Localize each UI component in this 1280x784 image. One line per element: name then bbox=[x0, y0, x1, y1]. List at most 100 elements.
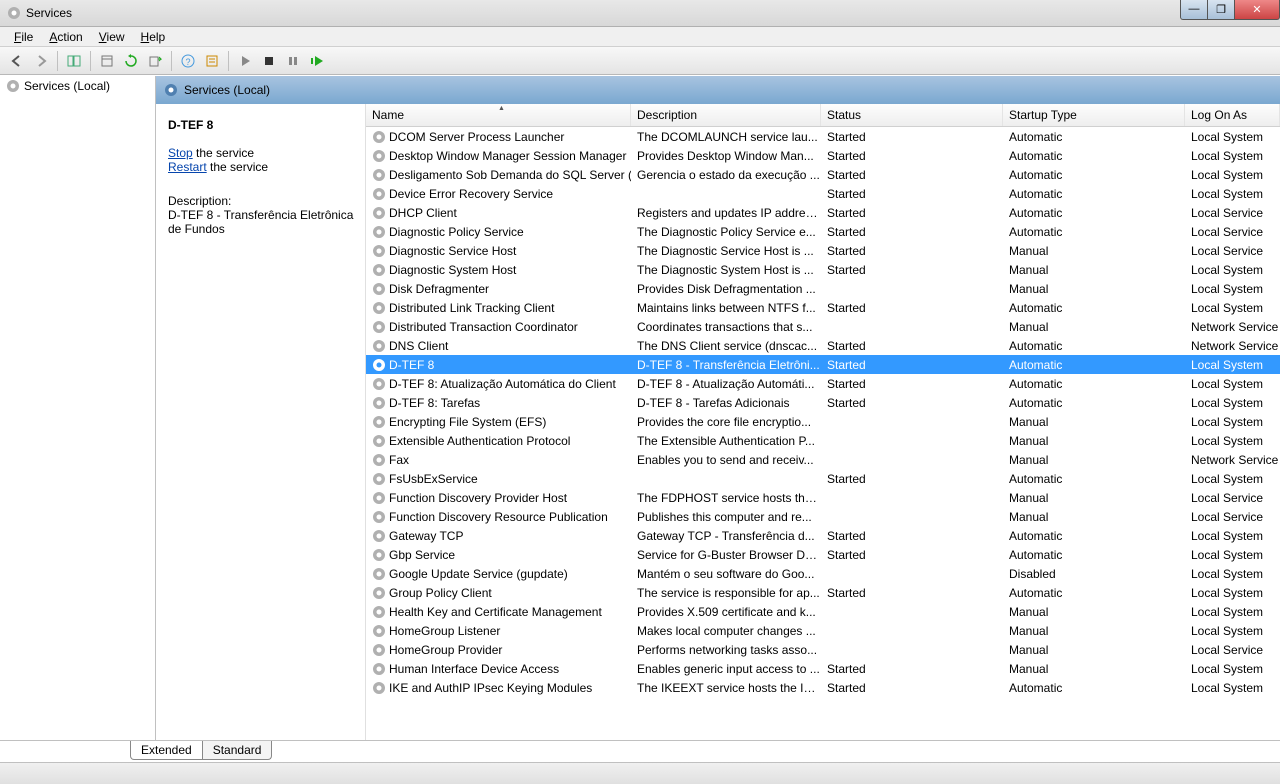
window-controls: — ❐ ✕ bbox=[1181, 0, 1280, 20]
table-row[interactable]: Desligamento Sob Demanda do SQL Server (… bbox=[366, 165, 1280, 184]
cell-description: The service is responsible for ap... bbox=[631, 586, 821, 600]
table-row[interactable]: Extensible Authentication ProtocolThe Ex… bbox=[366, 431, 1280, 450]
back-button[interactable] bbox=[6, 50, 28, 72]
cell-logon: Local System bbox=[1185, 434, 1280, 448]
table-row[interactable]: Encrypting File System (EFS)Provides the… bbox=[366, 412, 1280, 431]
table-row[interactable]: Distributed Link Tracking ClientMaintain… bbox=[366, 298, 1280, 317]
restart-service-button[interactable] bbox=[306, 50, 328, 72]
table-row[interactable]: D-TEF 8: TarefasD-TEF 8 - Tarefas Adicio… bbox=[366, 393, 1280, 412]
column-startup-type[interactable]: Startup Type bbox=[1003, 104, 1185, 126]
toolbar-button[interactable] bbox=[201, 50, 223, 72]
menu-action[interactable]: Action bbox=[41, 28, 90, 46]
maximize-button[interactable]: ❐ bbox=[1207, 0, 1235, 20]
cell-logon: Local System bbox=[1185, 529, 1280, 543]
gear-icon bbox=[372, 130, 386, 144]
cell-startup: Automatic bbox=[1003, 339, 1185, 353]
table-row[interactable]: Group Policy ClientThe service is respon… bbox=[366, 583, 1280, 602]
table-row[interactable]: Function Discovery Resource PublicationP… bbox=[366, 507, 1280, 526]
cell-description: Publishes this computer and re... bbox=[631, 510, 821, 524]
list-body[interactable]: DCOM Server Process LauncherThe DCOMLAUN… bbox=[366, 127, 1280, 740]
export-button[interactable] bbox=[144, 50, 166, 72]
cell-name: DNS Client bbox=[366, 339, 631, 353]
gear-icon bbox=[372, 282, 386, 296]
menu-help[interactable]: Help bbox=[133, 28, 174, 46]
cell-name: DCOM Server Process Launcher bbox=[366, 130, 631, 144]
cell-startup: Automatic bbox=[1003, 681, 1185, 695]
table-row[interactable]: Diagnostic Service HostThe Diagnostic Se… bbox=[366, 241, 1280, 260]
restart-link[interactable]: Restart bbox=[168, 160, 207, 174]
cell-description: Gerencia o estado da execução ... bbox=[631, 168, 821, 182]
table-row[interactable]: HomeGroup ListenerMakes local computer c… bbox=[366, 621, 1280, 640]
table-row[interactable]: FsUsbExServiceStartedAutomaticLocal Syst… bbox=[366, 469, 1280, 488]
table-row[interactable]: Function Discovery Provider HostThe FDPH… bbox=[366, 488, 1280, 507]
column-description[interactable]: Description bbox=[631, 104, 821, 126]
stop-service-button[interactable] bbox=[258, 50, 280, 72]
cell-startup: Automatic bbox=[1003, 548, 1185, 562]
stop-link[interactable]: Stop bbox=[168, 146, 193, 160]
cell-startup: Automatic bbox=[1003, 130, 1185, 144]
column-name[interactable]: Name▲ bbox=[366, 104, 631, 126]
cell-status: Started bbox=[821, 358, 1003, 372]
menu-view[interactable]: View bbox=[91, 28, 133, 46]
start-service-button[interactable] bbox=[234, 50, 256, 72]
table-row[interactable]: Distributed Transaction CoordinatorCoord… bbox=[366, 317, 1280, 336]
cell-startup: Automatic bbox=[1003, 206, 1185, 220]
cell-description: Service for G-Buster Browser De... bbox=[631, 548, 821, 562]
cell-status: Started bbox=[821, 396, 1003, 410]
sort-ascending-icon: ▲ bbox=[498, 105, 505, 112]
cell-description: Provides Desktop Window Man... bbox=[631, 149, 821, 163]
gear-icon bbox=[372, 358, 386, 372]
table-row[interactable]: Gbp ServiceService for G-Buster Browser … bbox=[366, 545, 1280, 564]
gear-icon bbox=[372, 624, 386, 638]
cell-startup: Manual bbox=[1003, 282, 1185, 296]
pause-service-button[interactable] bbox=[282, 50, 304, 72]
tab-standard[interactable]: Standard bbox=[202, 741, 273, 760]
table-row[interactable]: Diagnostic System HostThe Diagnostic Sys… bbox=[366, 260, 1280, 279]
cell-startup: Manual bbox=[1003, 434, 1185, 448]
table-row[interactable]: Google Update Service (gupdate)Mantém o … bbox=[366, 564, 1280, 583]
cell-startup: Automatic bbox=[1003, 358, 1185, 372]
gear-icon bbox=[372, 339, 386, 353]
table-row[interactable]: Gateway TCPGateway TCP - Transferência d… bbox=[366, 526, 1280, 545]
minimize-button[interactable]: — bbox=[1180, 0, 1208, 20]
properties-button[interactable] bbox=[96, 50, 118, 72]
table-row[interactable]: Human Interface Device AccessEnables gen… bbox=[366, 659, 1280, 678]
cell-startup: Manual bbox=[1003, 662, 1185, 676]
menubar: File Action View Help bbox=[0, 27, 1280, 47]
cell-startup: Automatic bbox=[1003, 301, 1185, 315]
table-row[interactable]: DHCP ClientRegisters and updates IP addr… bbox=[366, 203, 1280, 222]
gear-icon bbox=[372, 168, 386, 182]
refresh-button[interactable] bbox=[120, 50, 142, 72]
gear-icon bbox=[372, 187, 386, 201]
column-status[interactable]: Status bbox=[821, 104, 1003, 126]
menu-file[interactable]: File bbox=[6, 28, 41, 46]
tab-extended[interactable]: Extended bbox=[130, 741, 203, 760]
cell-startup: Automatic bbox=[1003, 149, 1185, 163]
column-log-on-as[interactable]: Log On As bbox=[1185, 104, 1280, 126]
table-row[interactable]: DNS ClientThe DNS Client service (dnscac… bbox=[366, 336, 1280, 355]
table-row[interactable]: Device Error Recovery ServiceStartedAuto… bbox=[366, 184, 1280, 203]
help-button[interactable]: ? bbox=[177, 50, 199, 72]
cell-startup: Manual bbox=[1003, 415, 1185, 429]
cell-logon: Local System bbox=[1185, 263, 1280, 277]
close-button[interactable]: ✕ bbox=[1234, 0, 1280, 20]
cell-logon: Local System bbox=[1185, 605, 1280, 619]
table-row[interactable]: Health Key and Certificate ManagementPro… bbox=[366, 602, 1280, 621]
cell-name: Group Policy Client bbox=[366, 586, 631, 600]
table-row[interactable]: HomeGroup ProviderPerforms networking ta… bbox=[366, 640, 1280, 659]
forward-button[interactable] bbox=[30, 50, 52, 72]
table-row[interactable]: Desktop Window Manager Session ManagerPr… bbox=[366, 146, 1280, 165]
table-row[interactable]: DCOM Server Process LauncherThe DCOMLAUN… bbox=[366, 127, 1280, 146]
table-row[interactable]: Diagnostic Policy ServiceThe Diagnostic … bbox=[366, 222, 1280, 241]
show-hide-tree-button[interactable] bbox=[63, 50, 85, 72]
table-row[interactable]: IKE and AuthIP IPsec Keying ModulesThe I… bbox=[366, 678, 1280, 697]
table-row[interactable]: D-TEF 8D-TEF 8 - Transferência Eletrôni.… bbox=[366, 355, 1280, 374]
tree-item-services-local[interactable]: Services (Local) bbox=[0, 76, 155, 96]
cell-status: Started bbox=[821, 187, 1003, 201]
gear-icon bbox=[372, 491, 386, 505]
gear-icon bbox=[6, 79, 20, 93]
cell-startup: Automatic bbox=[1003, 225, 1185, 239]
table-row[interactable]: Disk DefragmenterProvides Disk Defragmen… bbox=[366, 279, 1280, 298]
table-row[interactable]: D-TEF 8: Atualização Automática do Clien… bbox=[366, 374, 1280, 393]
table-row[interactable]: FaxEnables you to send and receiv...Manu… bbox=[366, 450, 1280, 469]
